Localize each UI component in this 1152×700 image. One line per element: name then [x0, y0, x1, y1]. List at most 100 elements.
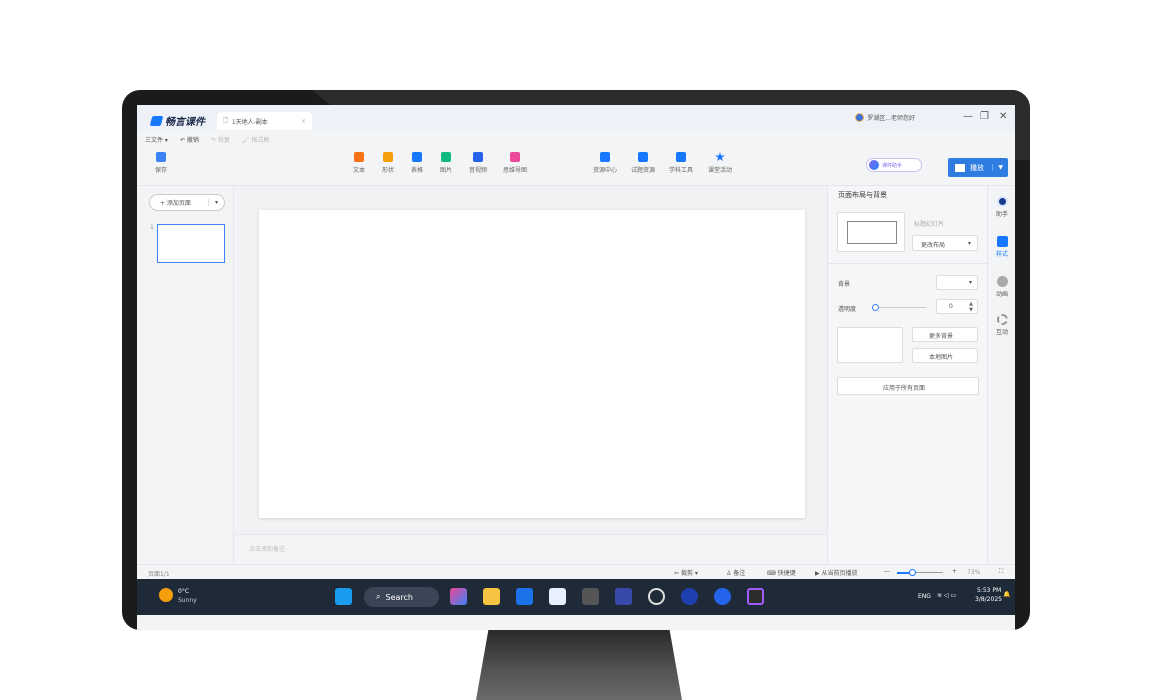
canvas-area	[235, 186, 827, 534]
apply-all-label: 应用于所有页面	[883, 385, 926, 392]
app-arrow-icon[interactable]	[714, 588, 731, 605]
file-menu[interactable]: 三文件 ▾	[145, 135, 168, 144]
taskbar-search[interactable]: ⌕ Search	[364, 587, 439, 607]
windows-start-icon[interactable]	[335, 588, 352, 605]
zoom-level: 73%	[967, 569, 981, 576]
notes-placeholder: 点击添加备注	[249, 546, 286, 553]
chevron-down-icon: ▾	[967, 240, 971, 247]
transparency-stepper[interactable]: 0 ▲ ▼	[936, 299, 978, 314]
monitor-bezel: 畅言课件 🗋 1天地人-副本 × 罗湖区...老师您好 — ❐ ✕ 三文件 ▾ …	[122, 90, 1030, 630]
title-bar: 畅言课件 🗋 1天地人-副本 × 罗湖区...老师您好 — ❐ ✕	[137, 105, 1015, 130]
file-menu-label: 三文件	[145, 136, 164, 144]
close-tab-button[interactable]: ×	[301, 118, 306, 125]
table-tool[interactable]: 表格	[402, 152, 432, 174]
notification-icon[interactable]: 🔔	[1003, 591, 1010, 598]
notes-button[interactable]: ♙ 备注	[726, 568, 745, 577]
play-dropdown-icon[interactable]: ▼	[992, 164, 1008, 171]
crop-label: 裁剪	[680, 570, 693, 577]
notes-area[interactable]: 点击添加备注	[235, 534, 827, 564]
divider	[828, 263, 988, 264]
question-bank-tool[interactable]: 试题资源	[628, 152, 658, 174]
media-tool[interactable]: 音视频	[463, 152, 493, 174]
add-page-button[interactable]: + 添加页面 ▾	[149, 194, 225, 211]
user-info[interactable]: 罗湖区...老师您好	[855, 113, 915, 122]
app-logo: 畅言课件	[149, 113, 205, 128]
zoom-in-button[interactable]: +	[952, 568, 957, 575]
tab-animation-label: 动画	[995, 291, 1008, 298]
image-tool[interactable]: 图片	[431, 152, 461, 174]
more-background-button[interactable]: 更多背景	[912, 327, 978, 342]
table-label: 表格	[410, 167, 423, 174]
change-layout-dropdown[interactable]: 更改布局 ▾	[912, 235, 978, 251]
tab-assistant[interactable]: 助手	[988, 196, 1015, 218]
background-preview[interactable]	[837, 327, 903, 363]
shape-icon	[383, 152, 393, 162]
network-volume-battery-icon[interactable]: ≋ ◁ ▭	[937, 592, 956, 599]
add-page-dropdown-icon[interactable]: ▾	[207, 199, 224, 206]
language-indicator[interactable]: ENG	[918, 593, 931, 600]
figma-icon[interactable]	[747, 588, 764, 605]
maximize-button[interactable]: ❐	[980, 111, 989, 122]
stepper-arrows-icon[interactable]: ▲ ▼	[969, 301, 973, 313]
resource-center-tool[interactable]: 资源中心	[590, 152, 620, 174]
shortcut-label: 快捷键	[777, 570, 796, 577]
subject-tools-tool[interactable]: 学科工具	[666, 152, 696, 174]
page-indicator: 页面1/1	[148, 571, 170, 578]
cube-icon	[676, 152, 686, 162]
layout-preview[interactable]	[837, 212, 905, 252]
animation-icon	[996, 276, 1008, 287]
shape-tool[interactable]: 形状	[373, 152, 403, 174]
right-tab-strip: 助手 样式 动画 互动	[987, 186, 1015, 564]
tab-interact-label: 互动	[995, 329, 1008, 336]
assistant-button[interactable]: 课件助手	[866, 158, 922, 172]
play-icon	[955, 163, 965, 172]
background-color-picker[interactable]: ▾	[936, 275, 978, 290]
clock-date[interactable]: 3/8/2025	[975, 596, 1002, 603]
app-cube-icon[interactable]	[582, 588, 599, 605]
play-button[interactable]: 播放 ▼	[948, 158, 1008, 177]
play-from-current-button[interactable]: ▶ 从当前页播放	[815, 568, 858, 577]
status-bar: 页面1/1 ✂ 裁剪 ▾ ♙ 备注 ⌨ 快捷键 ▶ 从当前页播放 — + 73%…	[137, 564, 1015, 579]
fit-screen-icon[interactable]: ⛶	[999, 568, 1003, 576]
store-icon[interactable]	[549, 588, 566, 605]
steam-icon[interactable]	[648, 588, 665, 605]
play-from-current-label: 从当前页播放	[821, 570, 858, 577]
resource-center-label: 资源中心	[592, 167, 617, 174]
outlook-icon[interactable]	[516, 588, 533, 605]
text-tool[interactable]: 文本	[344, 152, 374, 174]
tab-interact[interactable]: 互动	[988, 314, 1015, 336]
slide-canvas[interactable]	[259, 210, 805, 518]
format-painter-button[interactable]: 🖌 格式刷	[242, 135, 270, 144]
subject-tools-label: 学科工具	[668, 167, 693, 174]
app-m-icon[interactable]	[615, 588, 632, 605]
layout-panel: 页面布局与背景 标题幻灯片 更改布局 ▾ 背景 ▾ 透明度 0 ▲ ▼ 更多背景 …	[827, 186, 988, 564]
zoom-out-button[interactable]: —	[884, 568, 890, 575]
brush-icon	[996, 236, 1008, 247]
slide-thumbnail[interactable]	[157, 224, 225, 263]
crop-button[interactable]: ✂ 裁剪 ▾	[674, 568, 698, 577]
file-explorer-icon[interactable]	[483, 588, 500, 605]
close-window-button[interactable]: ✕	[999, 111, 1007, 122]
clock-time[interactable]: 5:53 PM	[977, 587, 1001, 594]
tab-animation[interactable]: 动画	[988, 276, 1015, 298]
local-image-button[interactable]: 本地图片	[912, 348, 978, 363]
copilot-icon[interactable]	[450, 588, 467, 605]
undo-button[interactable]: ↶ 撤销	[180, 135, 199, 144]
document-tab[interactable]: 🗋 1天地人-副本 ×	[217, 112, 312, 130]
tab-style[interactable]: 样式	[988, 236, 1015, 258]
transparency-slider-handle[interactable]	[872, 304, 879, 311]
class-activity-tool[interactable]: 课堂活动	[705, 152, 735, 174]
transparency-slider-track[interactable]	[872, 307, 926, 308]
user-greeting: 罗湖区...老师您好	[867, 115, 915, 122]
zoom-slider-handle[interactable]	[909, 569, 916, 576]
save-button[interactable]: 保存	[146, 152, 176, 174]
app-f-icon[interactable]	[681, 588, 698, 605]
toolbar: 保存 文本 形状 表格 图片 音视频 思维导图 资源中心 试题资源 学科工具 课…	[137, 148, 1015, 186]
redo-button[interactable]: ↷ 恢复	[211, 135, 230, 144]
minimize-button[interactable]: —	[963, 111, 973, 122]
shape-label: 形状	[381, 167, 394, 174]
weather-icon[interactable]	[159, 588, 173, 602]
apply-all-button[interactable]: 应用于所有页面	[837, 377, 979, 395]
mindmap-tool[interactable]: 思维导图	[500, 152, 530, 174]
shortcut-button[interactable]: ⌨ 快捷键	[767, 568, 796, 577]
